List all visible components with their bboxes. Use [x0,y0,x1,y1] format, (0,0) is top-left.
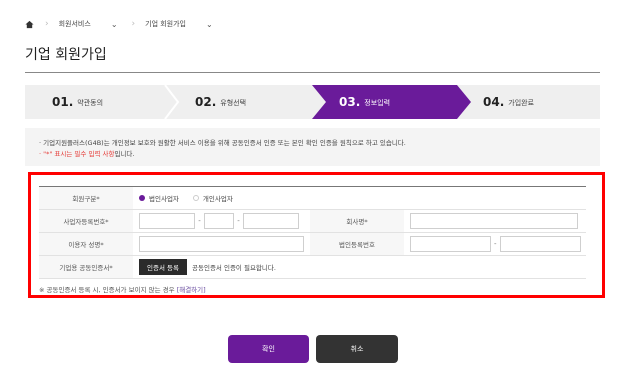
step-number: 03. [339,95,361,109]
breadcrumb-label: 기업 회원가입 [145,20,186,28]
chevron-right-icon: › [131,19,136,29]
form-row-certificate: 기업용 공동인증서* 인증서 등록 공동인증서 인증이 필요합니다. [39,256,586,279]
user-name-group [133,233,310,255]
step-number: 04. [483,95,505,109]
field-label: 기업용 공동인증서* [39,256,133,278]
step-2: 02. 유형선택 [195,85,246,119]
step-number: 02. [195,95,217,109]
dash: - [494,240,497,248]
corp-number-part1-input[interactable] [410,236,491,252]
step-number: 01. [52,95,74,109]
dash: - [198,217,201,225]
form-row-member-type: 회원구분* 법인사업자 개인사업자 [39,187,586,210]
form-row-user-name: 이용자 성명* 법인등록번호 - [39,233,586,256]
notice-line: · "*" 표시는 필수 입력 사항입니다. [39,149,600,160]
radio-label-corporate[interactable]: 법인사업자 [149,193,179,203]
form-row-business-number: 사업자등록번호* - - 회사명* [39,210,586,233]
step-3-active: 03. 정보입력 [339,85,390,119]
required-note: · "*" 표시는 필수 입력 사항 [39,150,115,158]
step-1: 01. 약관동의 [52,85,103,119]
company-group [404,210,578,232]
dash: - [237,217,240,225]
radio-individual[interactable] [192,195,199,201]
register-certificate-button[interactable]: 인증서 등록 [139,259,187,275]
user-name-input[interactable] [139,236,304,252]
step-indicator: 01. 약관동의 02. 유형선택 03. 정보입력 04. 가입완료 [25,85,600,119]
resolve-link[interactable]: [해결하기] [177,286,206,294]
home-icon[interactable] [25,19,36,29]
member-type-radio-group: 법인사업자 개인사업자 [133,187,247,209]
company-name-input[interactable] [410,213,578,229]
required-note-suffix: 입니다. [114,150,135,158]
step-label: 정보입력 [364,99,391,107]
radio-label-individual[interactable]: 개인사업자 [203,193,233,203]
breadcrumb-item-corporate-signup[interactable]: 기업 회원가입 ⌄ [145,19,213,29]
business-number-group: - - [133,210,299,232]
certificate-note: 공동인증서 인증이 필요합니다. [192,264,276,272]
breadcrumb-label: 회원서비스 [58,20,91,28]
footnote-text: ※ 공동인증서 등록 시, 인증서가 보이지 않는 경우 [39,286,175,294]
field-label: 회사명* [310,210,404,232]
field-label: 이용자 성명* [39,233,133,255]
field-label: 회원구분* [39,187,133,209]
field-label: 법인등록번호 [310,233,404,255]
corp-number-group: - [404,233,581,255]
notice-line: · 기업지원플러스(G4B)는 개인정보 보호와 원활한 서비스 이용을 위해 … [39,139,406,147]
business-number-part3-input[interactable] [242,213,299,229]
page-title: 기업 회원가입 [25,47,107,63]
chevron-right-icon: › [45,19,49,29]
step-label: 가입완료 [508,99,535,107]
signup-form: 회원구분* 법인사업자 개인사업자 사업자등록번호* - - 회사명* 이용자 … [39,186,586,279]
chevron-down-icon: ⌄ [110,19,118,29]
business-number-part2-input[interactable] [203,213,235,229]
certificate-footnote: ※ 공동인증서 등록 시, 인증서가 보이지 않는 경우 [해결하기] [39,284,206,294]
step-label: 약관동의 [77,99,104,107]
title-divider [25,72,600,73]
breadcrumb: › 회원서비스 ⌄ › 기업 회원가입 ⌄ [25,14,213,34]
corp-number-part2-input[interactable] [499,236,581,252]
business-number-part1-input[interactable] [139,213,196,229]
breadcrumb-item-member-service[interactable]: 회원서비스 ⌄ [59,19,118,29]
step-4: 04. 가입완료 [483,85,534,119]
cancel-button[interactable]: 취소 [316,335,398,363]
step-label: 유형선택 [220,99,247,107]
field-label: 사업자등록번호* [39,210,133,232]
radio-corporate[interactable] [139,195,145,201]
certificate-group: 인증서 등록 공동인증서 인증이 필요합니다. [133,256,276,278]
notice-box: · 기업지원플러스(G4B)는 개인정보 보호와 원활한 서비스 이용을 위해 … [25,128,600,166]
chevron-down-icon: ⌄ [206,19,213,29]
confirm-button[interactable]: 확인 [228,335,309,363]
